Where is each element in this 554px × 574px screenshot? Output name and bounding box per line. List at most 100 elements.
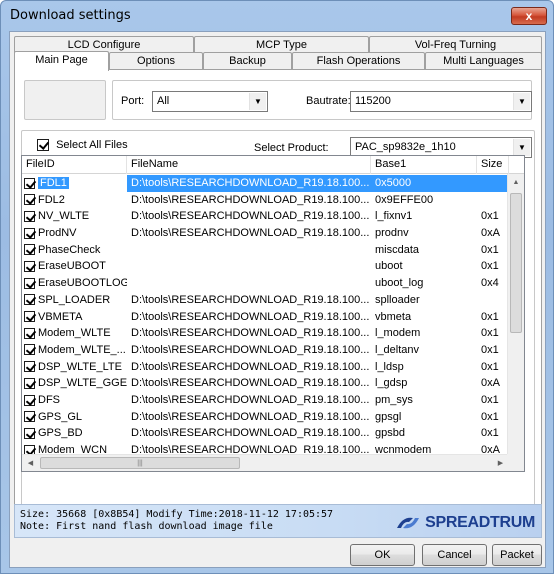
row-checkbox[interactable]	[24, 344, 35, 356]
table-row[interactable]: FDL1 D:\tools\RESEARCHDOWNLOAD_R19.18.100…	[22, 175, 509, 192]
row-checkbox[interactable]	[24, 294, 35, 306]
column-fileid[interactable]: FileID	[22, 156, 127, 174]
cancel-button[interactable]: Cancel	[422, 544, 487, 566]
row-checkbox[interactable]	[24, 427, 35, 439]
row-checkbox[interactable]	[24, 377, 35, 389]
tab-main-page[interactable]: Main Page	[14, 51, 109, 71]
cell-fileid: FDL1	[22, 175, 127, 192]
cell-fileid: EraseUBOOTLOG	[22, 275, 127, 292]
port-select[interactable]: All ▼	[152, 91, 268, 112]
table-row[interactable]: ProdNV D:\tools\RESEARCHDOWNLOAD_R19.18.1…	[22, 225, 509, 242]
tab-flash-operations[interactable]: Flash Operations	[292, 52, 425, 70]
cell-size: 0x1	[481, 310, 499, 323]
row-checkbox[interactable]	[24, 244, 35, 256]
table-row[interactable]: GPS_GL D:\tools\RESEARCHDOWNLOAD_R19.18.1…	[22, 409, 509, 426]
horizontal-scrollbar[interactable]: ◀ ||| ▶	[22, 454, 509, 471]
chevron-down-icon[interactable]: ▼	[249, 93, 266, 110]
cell-fileid: SPL_LOADER	[22, 292, 127, 309]
chevron-down-icon[interactable]: ▼	[513, 93, 530, 110]
row-checkbox[interactable]	[24, 361, 35, 373]
column-size[interactable]: Size	[477, 156, 509, 174]
row-checkbox[interactable]	[24, 311, 35, 323]
cell-fileid: DFS	[22, 392, 127, 409]
ok-button[interactable]: OK	[350, 544, 415, 566]
row-checkbox[interactable]	[24, 327, 35, 339]
fileid-text: Modem_WLTE	[38, 327, 111, 340]
row-checkbox[interactable]	[24, 194, 35, 206]
cell-base1: gpsgl	[375, 410, 402, 423]
status-panel: Size: 35668 [0x8B54] Modify Time:2018-11…	[14, 504, 542, 538]
row-checkbox[interactable]	[24, 394, 35, 406]
cell-fileid: DSP_WLTE_GGE	[22, 375, 127, 392]
fileid-text: FDL1	[38, 177, 69, 189]
baudrate-label: Bautrate:	[306, 95, 351, 107]
close-button[interactable]: x	[511, 7, 547, 25]
table-body: FDL1 D:\tools\RESEARCHDOWNLOAD_R19.18.100…	[22, 175, 509, 471]
table-row[interactable]: SPL_LOADER D:\tools\RESEARCHDOWNLOAD_R19.…	[22, 292, 509, 309]
status-size-line: Size: 35668 [0x8B54] Modify Time:2018-11…	[20, 509, 334, 520]
cell-size: 0x4	[481, 277, 499, 290]
tab-options[interactable]: Options	[109, 52, 203, 70]
cell-base1: l_fixnv1	[375, 210, 413, 223]
baudrate-select[interactable]: 115200 ▼	[350, 91, 532, 112]
title-bar[interactable]: Download settings x	[1, 1, 553, 31]
table-row[interactable]: DSP_WLTE_GGE D:\tools\RESEARCHDOWNLOAD_R1…	[22, 375, 509, 392]
packet-button[interactable]: Packet	[492, 544, 542, 566]
chevron-down-icon[interactable]: ▼	[513, 139, 530, 156]
table-row[interactable]: DSP_WLTE_LTE D:\tools\RESEARCHDOWNLOAD_R1…	[22, 359, 509, 376]
table-row[interactable]: EraseUBOOT uboot 0x1	[22, 258, 509, 275]
product-label: Select Product:	[254, 142, 329, 154]
row-checkbox[interactable]	[24, 411, 35, 423]
select-all-row[interactable]: Select All Files	[37, 139, 128, 152]
row-checkbox[interactable]	[24, 277, 35, 289]
cell-filename	[127, 275, 371, 292]
cell-filename: D:\tools\RESEARCHDOWNLOAD_R19.18.100...	[127, 175, 371, 192]
cell-size: 0x1	[481, 210, 499, 223]
fileid-text: EraseUBOOTLOG	[38, 277, 127, 290]
table-row[interactable]: PhaseCheck miscdata 0x1	[22, 242, 509, 259]
cell-filename: D:\tools\RESEARCHDOWNLOAD_R19.18.100...	[131, 377, 370, 390]
tab-backup[interactable]: Backup	[203, 52, 292, 70]
select-all-checkbox[interactable]	[37, 139, 49, 152]
fileid-text: ProdNV	[38, 227, 77, 240]
cell-base1: l_gdsp	[375, 377, 408, 390]
table-row[interactable]: EraseUBOOTLOG uboot_log 0x4	[22, 275, 509, 292]
table-row[interactable]: DFS D:\tools\RESEARCHDOWNLOAD_R19.18.100.…	[22, 392, 509, 409]
cell-filename: D:\tools\RESEARCHDOWNLOAD_R19.18.100...	[131, 193, 370, 206]
column-filename[interactable]: FileName	[127, 156, 371, 174]
fileid-text: DSP_WLTE_LTE	[38, 360, 122, 373]
cell-filename: D:\tools\RESEARCHDOWNLOAD_R19.18.100...	[131, 393, 370, 406]
row-checkbox[interactable]	[24, 177, 35, 189]
scroll-left-icon[interactable]: ◀	[22, 455, 39, 471]
cell-size: 0xA	[481, 377, 500, 390]
column-base1[interactable]: Base1	[371, 156, 477, 174]
table-row[interactable]: VBMETA D:\tools\RESEARCHDOWNLOAD_R19.18.1…	[22, 309, 509, 326]
scroll-up-icon[interactable]: ▲	[508, 174, 524, 191]
row-checkbox[interactable]	[24, 261, 35, 273]
cell-fileid: Modem_WLTE_...	[22, 342, 127, 359]
close-icon: x	[525, 9, 533, 23]
fileid-text: GPS_BD	[38, 427, 83, 440]
cell-fileid: DSP_WLTE_LTE	[22, 359, 127, 376]
row-checkbox[interactable]	[24, 210, 35, 222]
cell-base1: l_modem	[375, 327, 421, 340]
table-row[interactable]: Modem_WLTE D:\tools\RESEARCHDOWNLOAD_R19.…	[22, 325, 509, 342]
cell-filename: D:\tools\RESEARCHDOWNLOAD_R19.18.100...	[131, 410, 370, 423]
vertical-scrollbar[interactable]: ▲ ▼	[507, 174, 524, 471]
cell-size: 0x1	[481, 393, 499, 406]
table-row[interactable]: NV_WLTE D:\tools\RESEARCHDOWNLOAD_R19.18.…	[22, 208, 509, 225]
tab-multi-languages[interactable]: Multi Languages	[425, 52, 542, 70]
table-row[interactable]: Modem_WLTE_... D:\tools\RESEARCHDOWNLOAD_…	[22, 342, 509, 359]
row-checkbox[interactable]	[24, 227, 35, 239]
table-row[interactable]: FDL2 D:\tools\RESEARCHDOWNLOAD_R19.18.100…	[22, 192, 509, 209]
cell-size: 0x1	[481, 327, 499, 340]
cell-filename: D:\tools\RESEARCHDOWNLOAD_R19.18.100...	[131, 427, 370, 440]
cell-base1: gpsbd	[375, 427, 405, 440]
horizontal-scroll-thumb[interactable]: |||	[40, 457, 240, 469]
file-list[interactable]: FileID FileName Base1 Size FDL1 D:\tools\…	[21, 155, 525, 472]
vertical-scroll-thumb[interactable]	[510, 193, 522, 333]
cell-size: 0x1	[481, 343, 499, 356]
table-row[interactable]: GPS_BD D:\tools\RESEARCHDOWNLOAD_R19.18.1…	[22, 425, 509, 442]
port-value: All	[157, 95, 170, 107]
fileid-text: GPS_GL	[38, 410, 83, 423]
